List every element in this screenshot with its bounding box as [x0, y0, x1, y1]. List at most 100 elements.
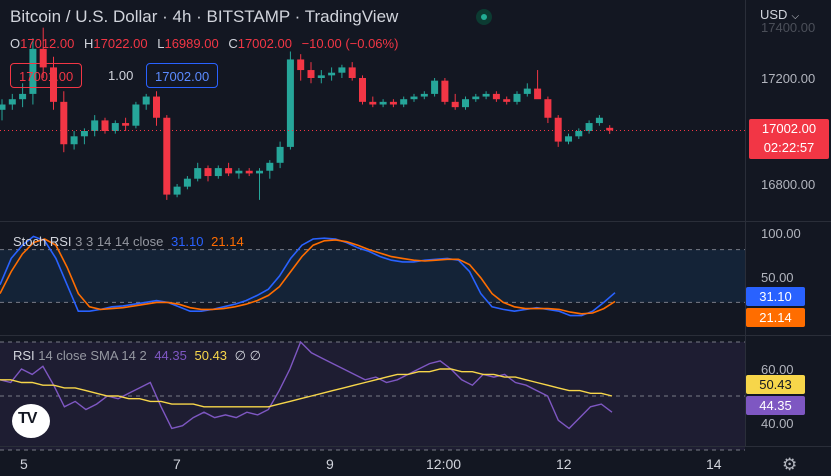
candle [431, 80, 439, 94]
candle [359, 78, 366, 102]
candle-countdown: 02:22:57 [763, 140, 815, 155]
time-axis-label: 14 [706, 456, 722, 472]
ohlc-legend: O17012.00 H17022.00 L16989.00 C17002.00 … [10, 36, 404, 51]
candle [585, 123, 593, 131]
candle [420, 93, 428, 97]
candle [0, 104, 6, 110]
candle [101, 120, 109, 131]
candle [307, 70, 315, 78]
candle [297, 59, 305, 71]
candle [575, 131, 583, 137]
price-axis-label: 16800.00 [761, 177, 816, 192]
open-value: 17012.00 [20, 36, 75, 51]
low-value: 16989.00 [164, 36, 219, 51]
candle [379, 101, 387, 105]
time-axis-label: 12:00 [426, 456, 462, 472]
spread-value: 1.00 [108, 68, 134, 83]
candle [482, 93, 490, 97]
close-label: C [228, 36, 238, 51]
candle [513, 93, 521, 102]
candle [122, 123, 130, 126]
stoch-axis-label: 100.00 [761, 226, 801, 241]
candle [565, 136, 572, 142]
candle [8, 99, 16, 105]
time-axis-label: 7 [173, 456, 181, 472]
rsi-value: 44.35 [154, 348, 187, 363]
candle [266, 162, 274, 171]
candle [492, 93, 500, 100]
stoch-k-value: 31.10 [170, 234, 204, 249]
candle [523, 88, 531, 94]
candle [256, 170, 263, 174]
price-pane [0, 27, 745, 200]
candle [173, 186, 181, 195]
candle [348, 67, 356, 78]
candle [410, 96, 418, 100]
market-open-indicator-icon [476, 9, 492, 25]
candle [441, 80, 449, 102]
candle [60, 101, 68, 145]
candle [235, 170, 243, 174]
rsi-label: RSI [13, 348, 35, 363]
stoch-axis-label: 50.00 [761, 270, 794, 285]
stoch-rsi-legend: Stoch RSI 3 3 14 14 close 31.10 21.14 [13, 234, 244, 249]
candle [595, 117, 603, 124]
candle [225, 168, 233, 174]
rsi-sma-value: 50.43 [194, 348, 228, 363]
buy-button[interactable]: 17002.00 [146, 63, 219, 88]
rsi-params: 14 close SMA 14 2 [38, 348, 147, 363]
high-label: H [83, 36, 94, 51]
rsi-extra-values: ∅ ∅ [234, 348, 261, 363]
candle [534, 88, 542, 100]
candle [80, 131, 88, 137]
candle [328, 72, 336, 76]
stoch-d-value: 21.14 [211, 234, 244, 249]
sell-button[interactable]: 17001.00 [10, 63, 83, 88]
candle [19, 93, 27, 100]
candle [153, 96, 160, 118]
rsi-value-badge: 44.35 [746, 396, 805, 415]
candle [132, 104, 140, 126]
candle [204, 168, 212, 177]
time-axis-label: 9 [326, 456, 334, 472]
candle [472, 96, 480, 100]
candle [554, 117, 562, 142]
candle [544, 99, 552, 118]
candle [462, 99, 469, 108]
stoch-rsi-label: Stoch RSI [13, 234, 72, 249]
current-price-value: 17002.00 [761, 121, 817, 136]
candle [183, 178, 191, 187]
high-value: 17022.00 [93, 36, 148, 51]
gear-icon[interactable]: ⚙ [782, 455, 797, 475]
tradingview-logo-icon[interactable]: TV [12, 404, 50, 438]
candle [111, 123, 119, 131]
candle [400, 99, 408, 105]
price-axis-faded-label: 17400.00 [761, 20, 816, 35]
close-value: 17002.00 [237, 36, 292, 51]
rsi-sma-badge: 50.43 [746, 375, 805, 394]
open-label: O [10, 36, 21, 51]
candle [142, 96, 150, 105]
candle [163, 117, 171, 195]
rsi-legend: RSI 14 close SMA 14 2 44.35 50.43 ∅ ∅ [13, 348, 261, 364]
candle [214, 168, 222, 177]
change-value: −10.00 (−0.06%) [301, 36, 399, 51]
candle [276, 146, 284, 163]
candle [503, 99, 511, 102]
chart-title: Bitcoin / U.S. Dollar · 4h · BITSTAMP · … [10, 7, 399, 26]
candle [91, 120, 99, 131]
candle [194, 168, 202, 179]
candle [286, 59, 294, 147]
candle [369, 101, 377, 105]
candle [317, 75, 325, 78]
candle [70, 136, 78, 145]
stoch-band-fill [0, 249, 745, 303]
stoch-d-badge: 21.14 [746, 308, 805, 327]
price-axis-label: 17200.00 [761, 71, 816, 86]
time-axis-label: 12 [556, 456, 572, 472]
stoch-k-badge: 31.10 [746, 287, 805, 306]
candle [389, 101, 397, 105]
current-price-badge: 17002.00 02:22:57 [749, 119, 829, 159]
candle [338, 67, 346, 73]
candle [451, 101, 459, 108]
